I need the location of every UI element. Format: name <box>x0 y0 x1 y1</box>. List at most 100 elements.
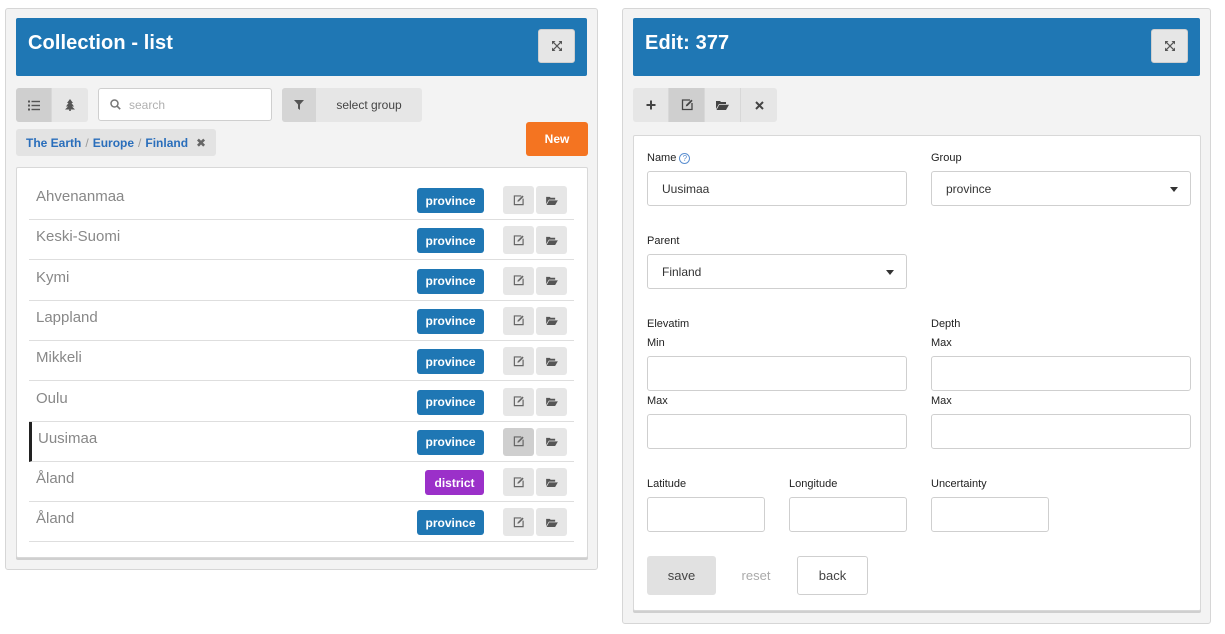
breadcrumb-separator: / <box>138 135 142 150</box>
select-group-button[interactable]: select group <box>282 88 422 122</box>
row-edit-button[interactable] <box>503 427 534 456</box>
longitude-field[interactable] <box>789 497 907 532</box>
row-open-button[interactable] <box>536 306 567 335</box>
new-button[interactable]: New <box>526 122 588 156</box>
edit-panel: Edit: 377 Name ? Uusimaa Group province … <box>622 8 1211 624</box>
help-icon[interactable]: ? <box>679 153 691 164</box>
edit-icon <box>513 517 524 528</box>
back-button[interactable]: back <box>797 556 868 595</box>
edit-icon <box>513 476 524 487</box>
elevation-max-field[interactable] <box>647 414 907 449</box>
row-edit-button[interactable] <box>503 508 534 537</box>
elevation-min-field[interactable] <box>647 356 907 391</box>
list-panel-header: Collection - list <box>16 18 587 76</box>
list-item[interactable]: Mikkeli province <box>29 341 574 382</box>
list-item[interactable]: Lappland province <box>29 301 574 341</box>
close-icon <box>754 100 764 110</box>
list-expand-button[interactable] <box>538 29 575 63</box>
row-open-button[interactable] <box>536 508 567 537</box>
uncertainty-field[interactable] <box>931 497 1049 532</box>
breadcrumb-item-earth[interactable]: The Earth <box>26 136 81 150</box>
list-item-name: Ahvenanmaa <box>36 188 125 205</box>
edit-toolbar <box>633 88 777 122</box>
latitude-label: Latitude <box>647 478 687 490</box>
tree-view-button[interactable] <box>52 88 88 122</box>
group-badge: province <box>417 349 484 375</box>
row-edit-button[interactable] <box>503 306 534 335</box>
search-icon <box>110 99 121 110</box>
list-item-name: Lappland <box>36 308 98 326</box>
group-badge: province <box>417 308 484 334</box>
list-item[interactable]: Åland district <box>29 462 574 503</box>
group-badge: province <box>417 228 484 254</box>
row-edit-button[interactable] <box>503 266 534 295</box>
edit-icon <box>513 275 524 286</box>
list-view-button[interactable] <box>16 88 52 122</box>
folder-open-icon <box>545 518 558 527</box>
depth-min-field[interactable] <box>931 356 1191 391</box>
search-field[interactable] <box>98 88 272 121</box>
folder-open-icon <box>545 317 558 326</box>
open-button[interactable] <box>705 88 741 122</box>
folder-open-icon <box>545 397 558 406</box>
list-item-name: Åland <box>36 470 75 488</box>
row-edit-button[interactable] <box>503 347 534 376</box>
list-item-name: Åland <box>36 510 75 528</box>
row-open-button[interactable] <box>536 266 567 295</box>
edit-mode-button[interactable] <box>669 88 705 122</box>
edit-form: Name? Uusimaa Group province Parent Finl… <box>633 135 1201 611</box>
row-edit-button[interactable] <box>503 186 534 214</box>
parent-select[interactable]: Finland <box>647 254 907 289</box>
latitude-field[interactable] <box>647 497 765 532</box>
add-button[interactable] <box>633 88 669 122</box>
search-input[interactable] <box>129 95 264 115</box>
name-field[interactable]: Uusimaa <box>647 171 907 206</box>
row-open-button[interactable] <box>536 468 567 497</box>
clear-breadcrumb-icon[interactable]: ✖ <box>196 136 206 150</box>
row-open-button[interactable] <box>536 226 567 255</box>
edit-icon <box>513 235 524 246</box>
elevation-min-label: Min <box>647 337 665 349</box>
list-item[interactable]: Åland province <box>29 502 574 543</box>
longitude-label: Longitude <box>789 478 838 490</box>
list-item-name: Uusimaa <box>38 429 98 447</box>
edit-panel-title: Edit: 377 <box>645 32 730 54</box>
uncertainty-label: Uncertainty <box>931 478 987 490</box>
reset-button[interactable]: reset <box>730 556 782 595</box>
edit-icon <box>513 194 524 205</box>
edit-expand-button[interactable] <box>1151 29 1188 63</box>
edit-panel-header: Edit: 377 <box>633 18 1200 76</box>
group-badge: province <box>417 429 484 455</box>
group-badge: district <box>425 470 484 496</box>
filter-icon <box>294 100 304 110</box>
folder-open-icon <box>545 438 558 447</box>
row-open-button[interactable] <box>536 387 567 416</box>
select-group-label: select group <box>336 98 402 112</box>
save-button[interactable]: save <box>647 556 716 595</box>
list-item[interactable]: Ahvenanmaa province <box>29 180 574 220</box>
folder-open-icon <box>545 236 558 245</box>
row-edit-button[interactable] <box>503 226 534 255</box>
depth-max-field[interactable] <box>931 414 1191 449</box>
list-item[interactable]: Uusimaa province <box>29 421 574 462</box>
row-open-button[interactable] <box>536 347 567 376</box>
edit-icon <box>513 356 524 366</box>
list-icon <box>27 100 40 110</box>
view-mode-toggle <box>16 88 88 122</box>
filter-button[interactable] <box>282 88 316 122</box>
group-select[interactable]: province <box>931 171 1191 206</box>
list-item[interactable]: Kymi province <box>29 261 574 301</box>
folder-open-icon <box>545 196 558 205</box>
row-edit-button[interactable] <box>503 387 534 416</box>
row-open-button[interactable] <box>536 427 567 456</box>
row-edit-button[interactable] <box>503 468 534 497</box>
expand-arrows-icon <box>551 41 562 51</box>
breadcrumb-item-finland[interactable]: Finland <box>145 136 188 150</box>
elevation-max-label: Max <box>647 395 668 407</box>
row-open-button[interactable] <box>536 186 567 214</box>
list-item[interactable]: Oulu province <box>29 382 574 422</box>
breadcrumb-item-europe[interactable]: Europe <box>93 136 134 150</box>
close-button[interactable] <box>741 88 777 122</box>
tree-icon <box>65 99 75 111</box>
list-item[interactable]: Keski-Suomi province <box>29 220 574 261</box>
